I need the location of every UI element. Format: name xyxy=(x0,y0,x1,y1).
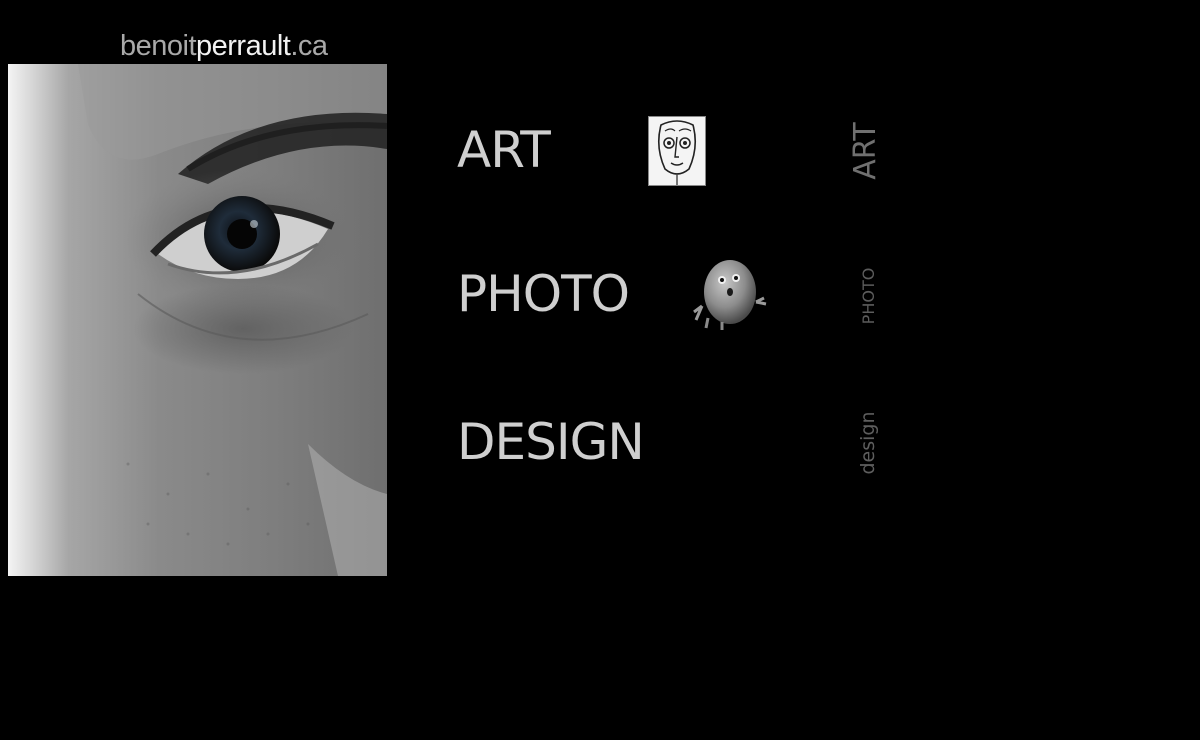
photo-potato-thumbnail[interactable] xyxy=(692,256,772,332)
site-title[interactable]: benoitperrault.ca xyxy=(120,28,328,64)
site-title-part-perrault: perrault xyxy=(196,30,291,62)
potato-character-icon xyxy=(693,260,767,330)
vertical-photo-link[interactable]: PHOTO xyxy=(859,263,878,329)
site-title-part-domain: .ca xyxy=(290,30,328,62)
vertical-design-link[interactable]: design xyxy=(857,408,879,478)
portrait-photo xyxy=(8,64,387,576)
site-title-part-benoit: benoit xyxy=(120,30,197,62)
mask-drawing-icon xyxy=(657,120,697,185)
nav-art-link[interactable]: ART xyxy=(457,122,551,178)
vertical-art-link[interactable]: ART xyxy=(848,116,883,186)
nav-photo-link[interactable]: PHOTO xyxy=(457,266,630,322)
page: benoitperrault.ca ART PHOTO DESIGN ART P… xyxy=(0,0,1200,740)
art-mask-thumbnail[interactable] xyxy=(648,116,706,186)
nav-design-link[interactable]: DESIGN xyxy=(457,414,645,470)
